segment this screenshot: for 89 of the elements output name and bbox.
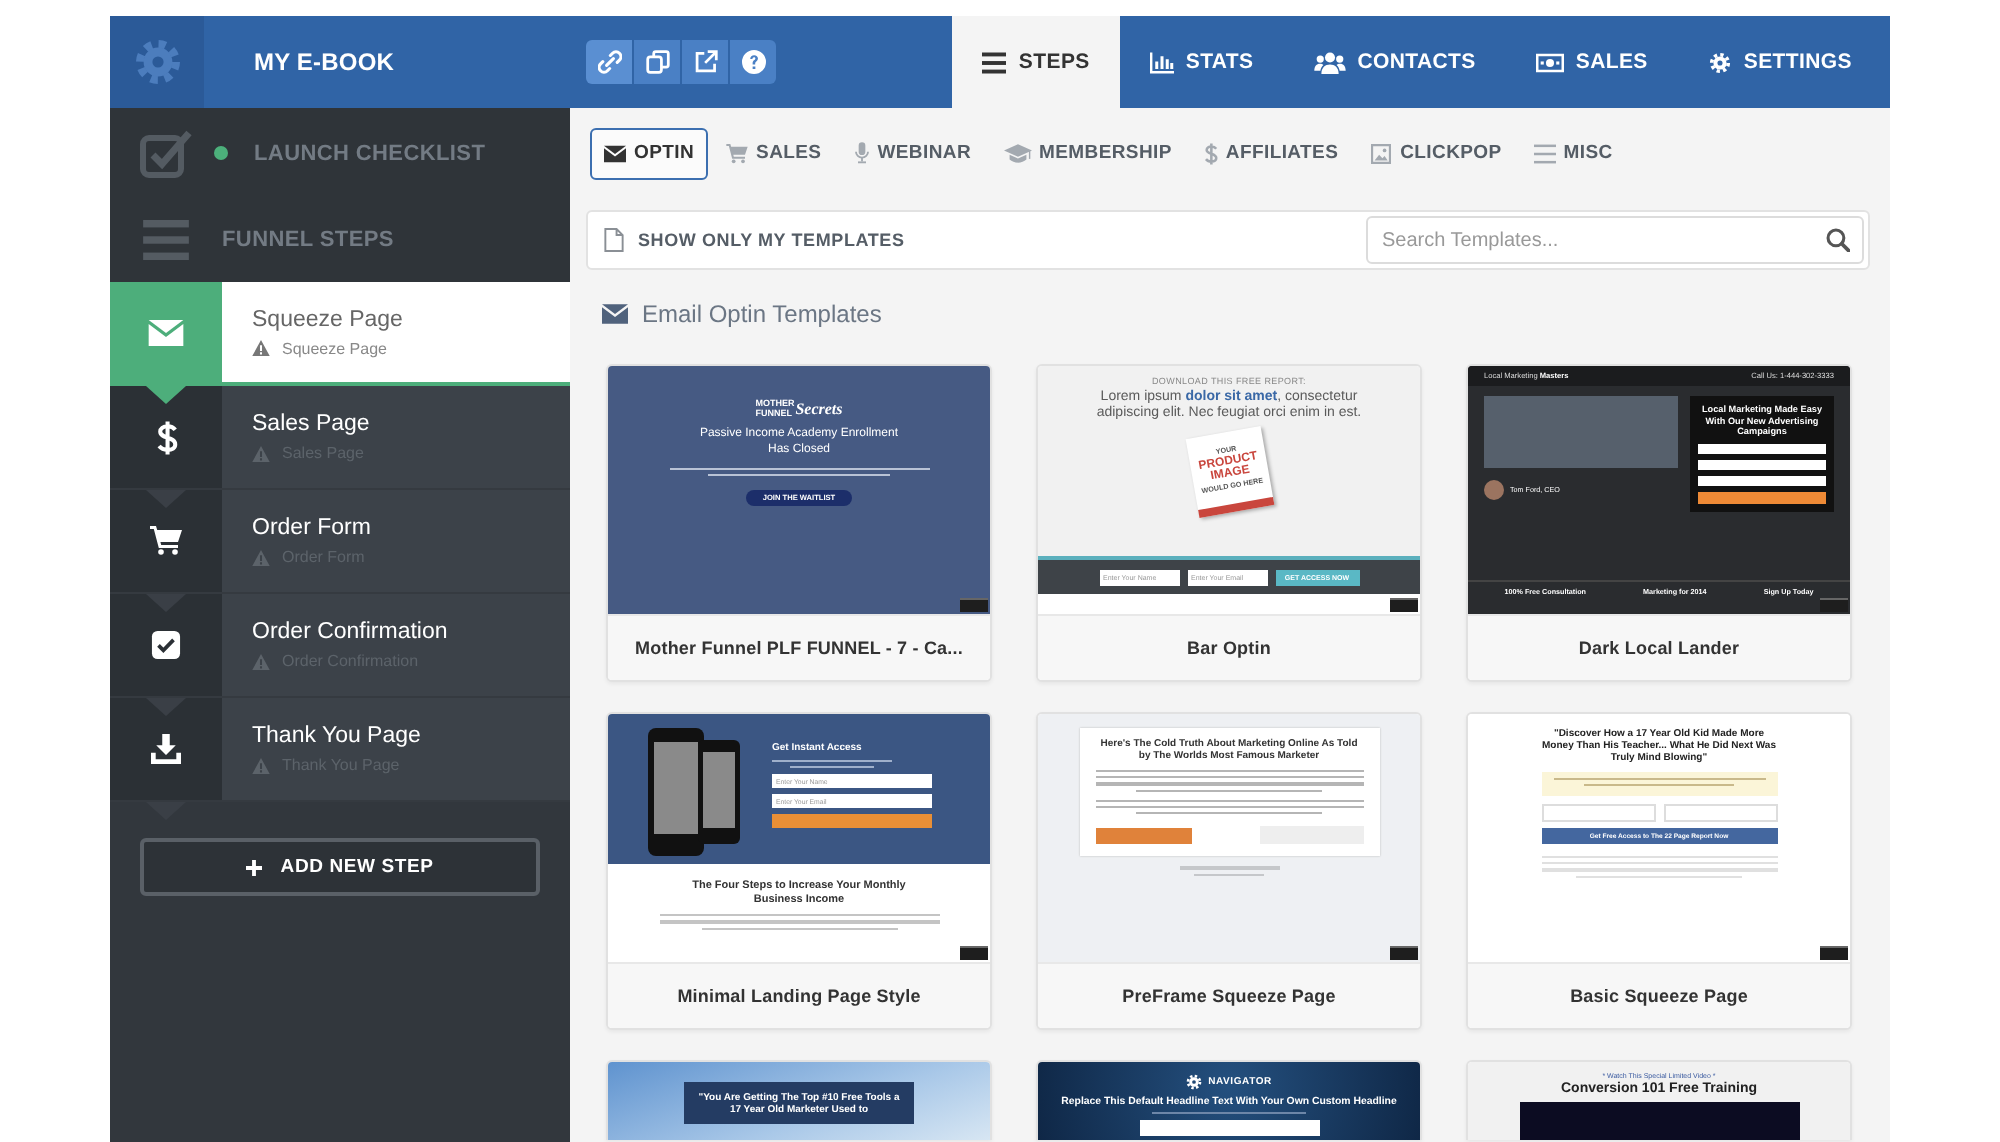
dollar-icon [1203,141,1218,165]
search-icon[interactable] [1826,228,1850,252]
menu-icon [982,51,1007,73]
help-icon [741,50,765,74]
plus-icon [246,859,263,875]
open-external-button[interactable] [682,40,728,84]
category-tab[interactable]: AFFILIATES [1189,127,1353,179]
envelope-icon [110,282,222,382]
external-link-icon [693,50,717,74]
submit-button [1698,491,1826,503]
category-tab[interactable]: CLICKPOP [1356,127,1516,179]
warning-icon [252,445,270,461]
step-title: Squeeze Page [252,307,405,331]
category-tab[interactable]: OPTIN [590,127,709,179]
input-field [1698,475,1826,485]
funnel-title: MY E-BOOK [254,48,395,76]
text-lines-drawing [772,760,892,769]
template-title: Mother Funnel PLF FUNNEL - 7 - Ca... [608,614,990,680]
warning-icon [252,653,270,669]
banknote-icon [1535,51,1564,73]
preview-tag-icon [1390,598,1418,612]
cart-icon [110,490,222,592]
search-field[interactable]: Search Templates... [1366,216,1864,264]
checkbox-icon [110,594,222,696]
warning-icon [252,757,270,773]
template-title: Minimal Landing Page Style [608,962,990,1028]
cart-icon [726,143,749,163]
warning-icon [252,549,270,565]
template-title: Dark Local Lander [1468,614,1850,680]
users-icon [1313,51,1346,73]
list-icon [1533,143,1556,163]
step-title: Sales Page [252,412,372,436]
step-title: Order Confirmation [252,620,450,644]
envelope-icon [604,143,626,163]
nav-tab[interactable]: SETTINGS [1677,16,1890,108]
step-subtitle: Squeeze Page [282,339,387,357]
settings-icon [1707,51,1732,73]
section-heading: FUNNEL STEPS [222,228,394,252]
input-field [1541,804,1655,822]
template-title: PreFrame Squeeze Page [1038,962,1420,1028]
preview-tag-icon [960,598,988,612]
template-title: Basic Squeeze Page [1468,962,1850,1028]
bar-chart-icon [1149,51,1174,73]
preview-tag-icon [1820,946,1848,960]
menu-icon [142,220,190,260]
add-step-button[interactable]: ADD NEW STEP [140,838,540,896]
avatar-icon [1484,480,1504,500]
warning-icon [252,340,270,356]
category-tab[interactable]: MEMBERSHIP [989,127,1186,179]
launch-checklist-label: LAUNCH CHECKLIST [254,141,486,165]
text-lines-drawing [1179,866,1279,876]
graduation-cap-icon [1003,143,1032,163]
step-title: Order Form [252,516,373,540]
preview-tag-icon [1390,946,1418,960]
preview-tag-icon [960,946,988,960]
submit-button [1095,827,1191,844]
phones-drawing [644,728,744,860]
help-button[interactable] [730,40,776,84]
category-tab[interactable]: MISC [1519,127,1627,179]
link-button[interactable] [586,40,632,84]
show-only-my-templates-toggle[interactable]: SHOW ONLY MY TEMPLATES [604,228,905,252]
nav-tab[interactable]: STEPS [952,16,1120,108]
image-icon [1370,143,1393,163]
category-tab[interactable]: SALES [712,127,836,179]
preview-tag-icon [1820,598,1848,612]
microphone-icon [853,142,870,164]
nav-tab[interactable]: SALES [1505,16,1678,108]
dollar-icon [110,386,222,488]
copy-button[interactable] [634,40,680,84]
status-dot-icon [214,146,228,160]
gear-icon [1186,1074,1203,1090]
checklist-icon [140,128,192,178]
category-tab[interactable]: WEBINAR [839,127,986,179]
funnel-step[interactable]: Squeeze Page Squeeze Page [110,282,570,386]
template-card[interactable] [1036,364,1422,682]
link-icon [597,50,621,74]
template-title: Bar Optin [1038,614,1420,680]
pointer-triangle-icon [146,386,186,404]
input-field [1698,443,1826,453]
input-field [1698,459,1826,469]
envelope-icon [602,304,628,324]
step-title: Thank You Page [252,724,423,748]
nav-tab[interactable]: STATS [1119,16,1284,108]
nav-tab[interactable]: CONTACTS [1283,16,1506,108]
document-icon [604,228,624,252]
logo-script-text: Secrets [795,400,843,419]
section-title: Email Optin Templates [642,300,882,328]
copy-icon [645,50,669,74]
input-field [1663,804,1777,822]
